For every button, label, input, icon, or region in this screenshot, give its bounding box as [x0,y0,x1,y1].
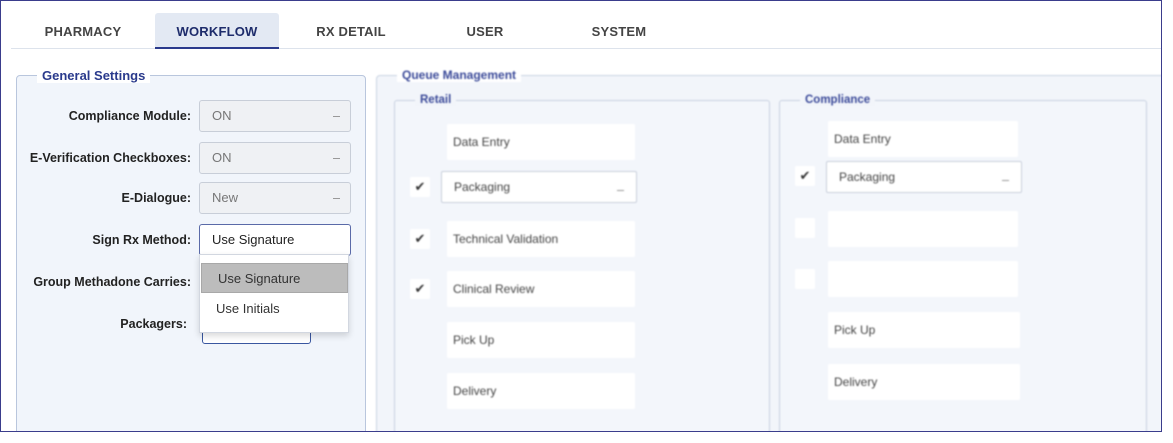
retail-delivery[interactable]: Delivery [447,373,635,409]
checkbox-empty[interactable] [795,218,815,238]
check-icon[interactable]: ✔ [410,279,430,299]
compliance-panel: Compliance Data Entry ✔ Packaging Pick U… [779,94,1147,431]
e-verification-row: E-Verification Checkboxes: ON [17,142,367,174]
tab-pharmacy[interactable]: PHARMACY [33,13,133,49]
chevron-down-icon [617,190,624,191]
compliance-module-row: Compliance Module: ON [17,100,367,132]
e-dialogue-row: E-Dialogue: New [17,182,367,214]
group-methadone-label: Group Methadone Carries: [33,275,191,289]
retail-technical-validation[interactable]: Technical Validation [447,221,635,257]
compliance-module-label: Compliance Module: [68,109,191,123]
queue-management-panel: Queue Management Retail Data Entry ✔ Pac… [376,68,1161,431]
retail-clinical-review[interactable]: Clinical Review [447,271,635,307]
retail-packaging-select[interactable]: Packaging [441,171,637,203]
sign-rx-method-row: Sign Rx Method: Use Signature [17,224,367,256]
option-use-signature[interactable]: Use Signature [201,263,348,293]
compliance-packaging-select[interactable]: Packaging [826,161,1022,193]
e-verification-label: E-Verification Checkboxes: [29,151,191,165]
compliance-module-select[interactable]: ON [199,100,351,132]
e-dialogue-select[interactable]: New [199,182,351,214]
check-icon[interactable]: ✔ [410,177,430,197]
tab-system[interactable]: SYSTEM [579,13,659,49]
app-frame: PHARMACY WORKFLOW RX DETAIL USER SYSTEM … [0,0,1162,432]
compliance-empty-slot[interactable] [828,261,1018,297]
tab-workflow[interactable]: WORKFLOW [155,13,279,49]
tab-rx-detail[interactable]: RX DETAIL [301,13,401,49]
compliance-packaging-value: Packaging [839,170,896,184]
compliance-module-value: ON [212,108,232,123]
e-dialogue-value: New [212,190,239,205]
e-verification-select[interactable]: ON [199,142,351,174]
general-settings-title: General Settings [37,68,151,83]
compliance-data-entry[interactable]: Data Entry [828,121,1018,157]
retail-pick-up[interactable]: Pick Up [447,322,635,358]
compliance-pick-up[interactable]: Pick Up [828,312,1020,348]
option-use-initials[interactable]: Use Initials [200,294,348,324]
retail-panel: Retail Data Entry ✔ Packaging ✔ Technica… [394,94,770,431]
retail-packaging-value: Packaging [454,180,511,194]
checkbox-empty[interactable] [795,269,815,289]
tab-user[interactable]: USER [445,13,525,49]
sign-rx-method-dropdown: Use Signature Use Initials [199,254,349,333]
check-icon[interactable]: ✔ [795,166,815,186]
compliance-title: Compliance [800,94,876,106]
e-verification-value: ON [212,150,232,165]
chevron-down-icon [333,116,340,117]
chevron-down-icon [333,158,340,159]
packagers-label: Packagers: [120,317,187,331]
chevron-down-icon [1002,180,1009,181]
retail-data-entry[interactable]: Data Entry [447,124,635,160]
sign-rx-method-value: Use Signature [212,232,295,247]
queue-management-title: Queue Management [397,68,522,82]
chevron-down-icon [333,198,340,199]
tab-bar: PHARMACY WORKFLOW RX DETAIL USER SYSTEM [11,13,1161,49]
sign-rx-method-select[interactable]: Use Signature [199,224,351,256]
retail-title: Retail [415,94,457,106]
compliance-delivery[interactable]: Delivery [828,364,1020,400]
compliance-empty-slot[interactable] [828,211,1018,247]
e-dialogue-label: E-Dialogue: [121,191,191,205]
check-icon[interactable]: ✔ [410,229,430,249]
sign-rx-method-label: Sign Rx Method: [92,233,191,247]
